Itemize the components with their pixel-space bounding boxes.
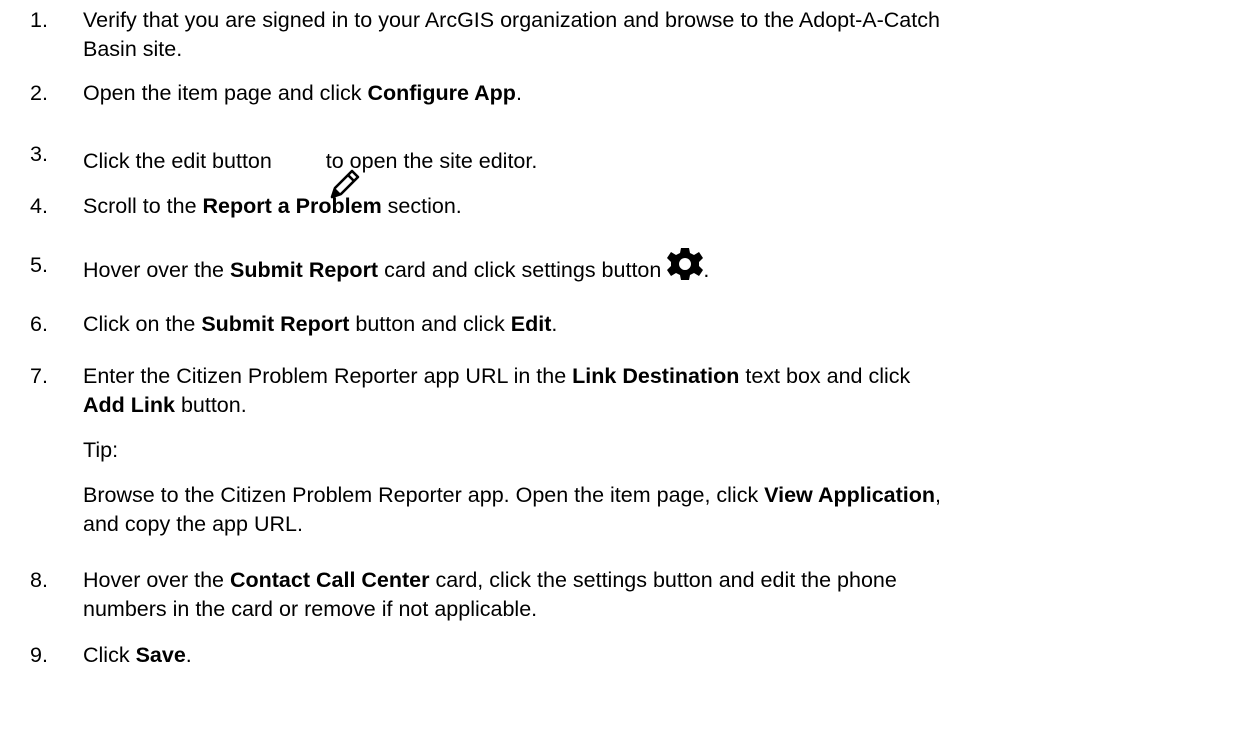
instructions-page: 1. Verify that you are signed in to your… xyxy=(0,0,1260,735)
step-text: Hover over the Contact Call Center card,… xyxy=(83,566,1245,624)
step-number: 7. xyxy=(30,364,48,388)
step-text-part: button. xyxy=(174,393,247,417)
step-line: Verify that you are signed in to your Ar… xyxy=(83,8,940,32)
step-line: numbers in the card or remove if not app… xyxy=(83,597,538,621)
step-3: 3. Click the edit button to open the sit… xyxy=(30,138,1245,199)
step-line: Enter the Citizen Problem Reporter app U… xyxy=(83,362,1245,391)
step-line: Add Link button. xyxy=(83,391,1245,420)
step-text-part: Open the item page and click xyxy=(83,81,368,105)
step-text: Click on the Submit Report button and cl… xyxy=(83,310,1245,339)
tip-text-part: , xyxy=(935,483,941,507)
step-text: Click Save. xyxy=(83,641,1245,670)
step-line: Basin site. xyxy=(83,37,183,61)
ui-term-edit: Edit xyxy=(510,312,552,336)
step-6: 6. Click on the Submit Report button and… xyxy=(30,310,1245,339)
step-text-part: Scroll to the xyxy=(83,194,203,218)
ui-term-submit-report: Submit Report xyxy=(229,258,379,282)
ui-term-link-destination: Link Destination xyxy=(572,364,740,388)
step-number: 9. xyxy=(30,643,48,667)
ui-term-view-application: View Application xyxy=(764,483,936,507)
step-number: 8. xyxy=(30,568,48,592)
step-text-part: Enter the Citizen Problem Reporter app U… xyxy=(83,364,573,388)
step-text-part: section. xyxy=(381,194,462,218)
step-number: 4. xyxy=(30,194,48,218)
step-text: Open the item page and click Configure A… xyxy=(83,79,1245,108)
step-8: 8. Hover over the Contact Call Center ca… xyxy=(30,566,1245,624)
step-text: Click the edit button to open the site e… xyxy=(83,138,1245,199)
tip-text-part: Browse to the Citizen Problem Reporter a… xyxy=(83,483,765,507)
step-2: 2. Open the item page and click Configur… xyxy=(30,79,1245,108)
step-text-part: Hover over the xyxy=(83,258,230,282)
step-text: Verify that you are signed in to your Ar… xyxy=(83,6,1245,64)
ui-term-report-a-problem: Report a Problem xyxy=(202,194,382,218)
step-text-part: card and click settings button xyxy=(378,258,668,282)
tip-text: Browse to the Citizen Problem Reporter a… xyxy=(83,481,1253,539)
tip-label: Tip: xyxy=(83,438,119,462)
step-1: 1. Verify that you are signed in to your… xyxy=(30,6,1245,64)
step-text-part: . xyxy=(515,81,522,105)
step-4: 4. Scroll to the Report a Problem sectio… xyxy=(30,192,1245,221)
step-text-part: Click on the xyxy=(83,312,202,336)
ui-term-save: Save xyxy=(135,643,186,667)
step-text-part: card, click the settings button and edit… xyxy=(429,568,897,592)
step-text-part: . xyxy=(185,643,192,667)
step-text-part: Click the edit button xyxy=(83,149,278,173)
step-text-part: . xyxy=(703,258,710,282)
ui-term-submit-report: Submit Report xyxy=(201,312,350,336)
gear-icon xyxy=(667,247,704,281)
ui-term-add-link: Add Link xyxy=(83,393,175,417)
step-number: 6. xyxy=(30,312,48,336)
step-text: Enter the Citizen Problem Reporter app U… xyxy=(83,362,1245,420)
ui-term-contact-call-center: Contact Call Center xyxy=(229,568,430,592)
step-number: 5. xyxy=(30,253,48,277)
step-text-part: Hover over the xyxy=(83,568,230,592)
step-text-part: text box and click xyxy=(739,364,911,388)
step-number: 3. xyxy=(30,142,48,166)
step-text: Hover over the Submit Report card and cl… xyxy=(83,248,1245,285)
pencil-icon xyxy=(278,138,359,199)
step-text-part: Click xyxy=(83,643,136,667)
tip-line: and copy the app URL. xyxy=(83,512,303,536)
step-7: 7. Enter the Citizen Problem Reporter ap… xyxy=(30,362,1245,420)
step-text-part: . xyxy=(551,312,558,336)
step-5: 5. Hover over the Submit Report card and… xyxy=(30,248,1245,285)
step-number: 2. xyxy=(30,81,48,105)
tip-line: Browse to the Citizen Problem Reporter a… xyxy=(83,481,1253,510)
step-text-part: button and click xyxy=(349,312,511,336)
step-number: 1. xyxy=(30,8,48,32)
step-line: Hover over the Contact Call Center card,… xyxy=(83,566,1245,595)
step-9: 9. Click Save. xyxy=(30,641,1245,670)
ui-term-configure-app: Configure App xyxy=(367,81,516,105)
step-text: Scroll to the Report a Problem section. xyxy=(83,192,1245,221)
